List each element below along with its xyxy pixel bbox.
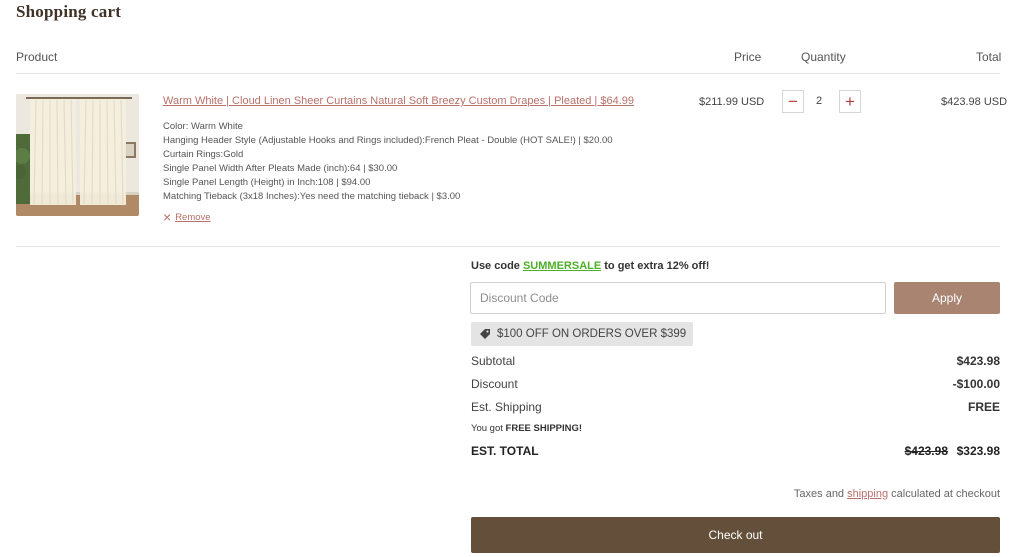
applied-discount-label: $100 OFF ON ORDERS OVER $399 — [497, 328, 687, 340]
discount-label: Discount — [471, 377, 518, 391]
curtain-image — [16, 94, 139, 216]
plus-icon: + — [845, 92, 855, 111]
shipping-link[interactable]: shipping — [847, 488, 888, 500]
shipping-value: FREE — [967, 400, 1000, 414]
quantity-decrease-button[interactable]: − — [782, 90, 804, 113]
item-line-total: $423.98 USD — [941, 96, 1008, 108]
page-title: Shopping cart — [16, 2, 122, 21]
option-tieback: Matching Tieback (3x18 Inches):Yes need … — [163, 191, 461, 202]
option-curtain-rings: Curtain Rings:Gold — [163, 149, 244, 160]
apply-discount-button[interactable]: Apply — [894, 282, 1000, 314]
column-header-total: Total — [976, 50, 1002, 64]
divider — [16, 73, 1000, 74]
taxes-prefix: Taxes and — [793, 488, 848, 500]
applied-discount-tag: $100 OFF ON ORDERS OVER $399 — [471, 322, 694, 346]
promo-message: Use code SUMMERSALE to get extra 12% off… — [471, 260, 709, 272]
promo-suffix: to get extra 12% off! — [601, 260, 710, 272]
taxes-suffix: calculated at checkout — [888, 488, 1000, 500]
close-icon: × — [163, 209, 172, 225]
remove-label: Remove — [175, 211, 211, 223]
shipping-label: Est. Shipping — [471, 400, 542, 414]
free-shipping-bold: FREE SHIPPING! — [505, 423, 583, 434]
original-total: $423.98 — [904, 444, 948, 458]
option-panel-length: Single Panel Length (Height) in Inch:108… — [163, 177, 371, 188]
option-header-style: Hanging Header Style (Adjustable Hooks a… — [163, 135, 613, 146]
free-shipping-note: You got FREE SHIPPING! — [471, 423, 582, 434]
column-header-quantity: Quantity — [801, 50, 846, 64]
estimated-total-value: $323.98 — [956, 444, 1000, 458]
discount-value: -$100.00 — [952, 377, 1000, 391]
item-price: $211.99 USD — [699, 96, 765, 108]
column-header-product: Product — [16, 50, 58, 64]
quantity-increase-button[interactable]: + — [839, 90, 861, 113]
option-color: Color: Warm White — [163, 121, 243, 132]
checkout-button[interactable]: Check out — [471, 517, 1000, 553]
discount-code-input[interactable] — [470, 282, 886, 314]
taxes-note: Taxes and shipping calculated at checkou… — [794, 488, 1000, 500]
promo-code: SUMMERSALE — [522, 260, 602, 272]
option-panel-width: Single Panel Width After Pleats Made (in… — [163, 163, 398, 174]
free-shipping-prefix: You got — [471, 423, 506, 434]
minus-icon: − — [788, 92, 798, 111]
tag-icon — [480, 329, 490, 339]
quantity-value[interactable]: 2 — [816, 95, 822, 107]
remove-button[interactable]: × Remove — [163, 209, 211, 225]
column-header-price: Price — [734, 50, 762, 64]
product-title-link[interactable]: Warm White | Cloud Linen Sheer Curtains … — [163, 95, 634, 107]
divider — [16, 246, 1000, 247]
subtotal-value: $423.98 — [956, 354, 1000, 368]
product-thumbnail[interactable] — [16, 94, 139, 216]
promo-prefix: Use code — [471, 260, 523, 272]
subtotal-label: Subtotal — [471, 354, 516, 368]
estimated-total-label: EST. TOTAL — [471, 444, 539, 458]
